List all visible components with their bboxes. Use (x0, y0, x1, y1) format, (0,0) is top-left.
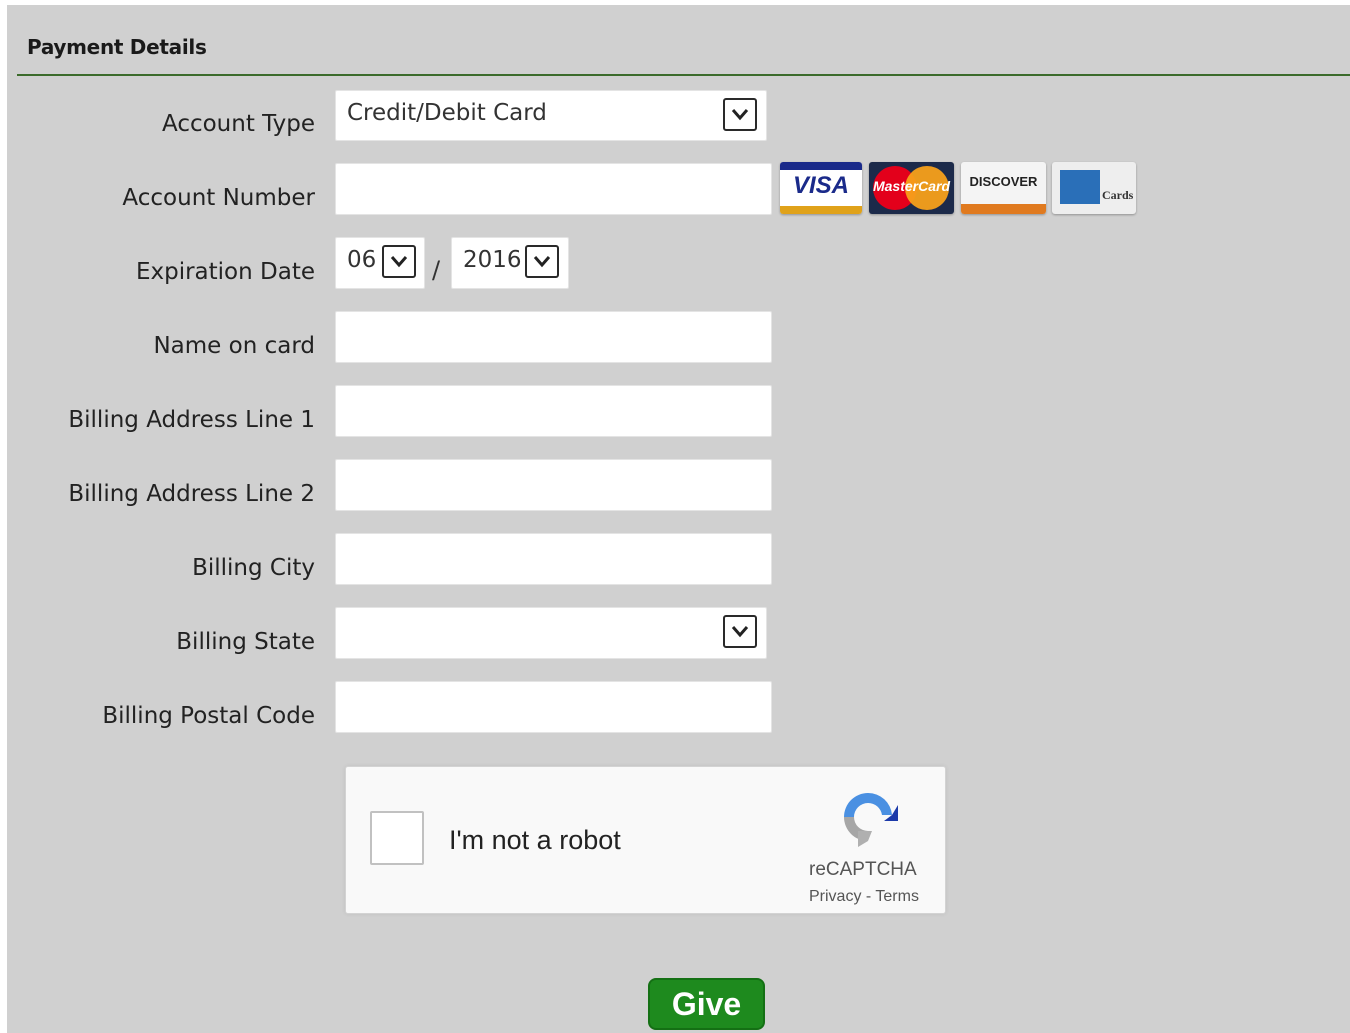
expiration-year-value: 2016 (463, 247, 522, 273)
recaptcha-brand: reCAPTCHA (809, 859, 917, 880)
chevron-down-icon (382, 245, 416, 278)
recaptcha-checkbox[interactable] (370, 811, 424, 865)
recaptcha-widget: I'm not a robot reCAPTCHA Privacy - Term… (345, 766, 946, 914)
billing-city-label: Billing City (192, 555, 315, 581)
billing-state-label: Billing State (176, 629, 315, 655)
chevron-down-icon (723, 615, 757, 648)
billing-postal-code-label: Billing Postal Code (102, 703, 315, 729)
section-divider (17, 74, 1350, 76)
date-separator: / (432, 256, 441, 284)
expiration-date-label: Expiration Date (135, 259, 315, 285)
expiration-year-select[interactable]: 2016 (451, 237, 569, 289)
mastercard-logo: MasterCard (869, 162, 954, 214)
name-on-card-label: Name on card (153, 333, 315, 359)
account-type-select[interactable]: Credit/Debit Card (335, 90, 767, 141)
account-type-label: Account Type (161, 111, 315, 137)
billing-address-2-label: Billing Address Line 2 (68, 481, 315, 507)
visa-logo: VISA (780, 162, 862, 214)
recaptcha-label: I'm not a robot (449, 825, 621, 855)
give-button[interactable]: Give (648, 978, 765, 1030)
account-number-input[interactable] (335, 163, 772, 215)
discover-logo: DISCOVER (961, 162, 1046, 214)
amex-logo: Cards (1052, 162, 1136, 214)
recaptcha-privacy-terms-link[interactable]: Privacy - Terms (809, 888, 919, 906)
recaptcha-logo-icon (836, 787, 900, 853)
account-number-label: Account Number (122, 185, 315, 211)
expiration-month-select[interactable]: 06 (335, 237, 425, 289)
billing-city-input[interactable] (335, 533, 772, 585)
billing-address-2-input[interactable] (335, 459, 772, 511)
name-on-card-input[interactable] (335, 311, 772, 363)
chevron-down-icon (723, 98, 757, 131)
section-title: Payment Details (27, 35, 207, 59)
billing-state-select[interactable] (335, 607, 767, 659)
expiration-month-value: 06 (347, 247, 377, 273)
billing-address-1-label: Billing Address Line 1 (68, 407, 315, 433)
chevron-down-icon (525, 245, 559, 278)
billing-postal-code-input[interactable] (335, 681, 772, 733)
account-type-value: Credit/Debit Card (347, 100, 547, 126)
billing-address-1-input[interactable] (335, 385, 772, 437)
